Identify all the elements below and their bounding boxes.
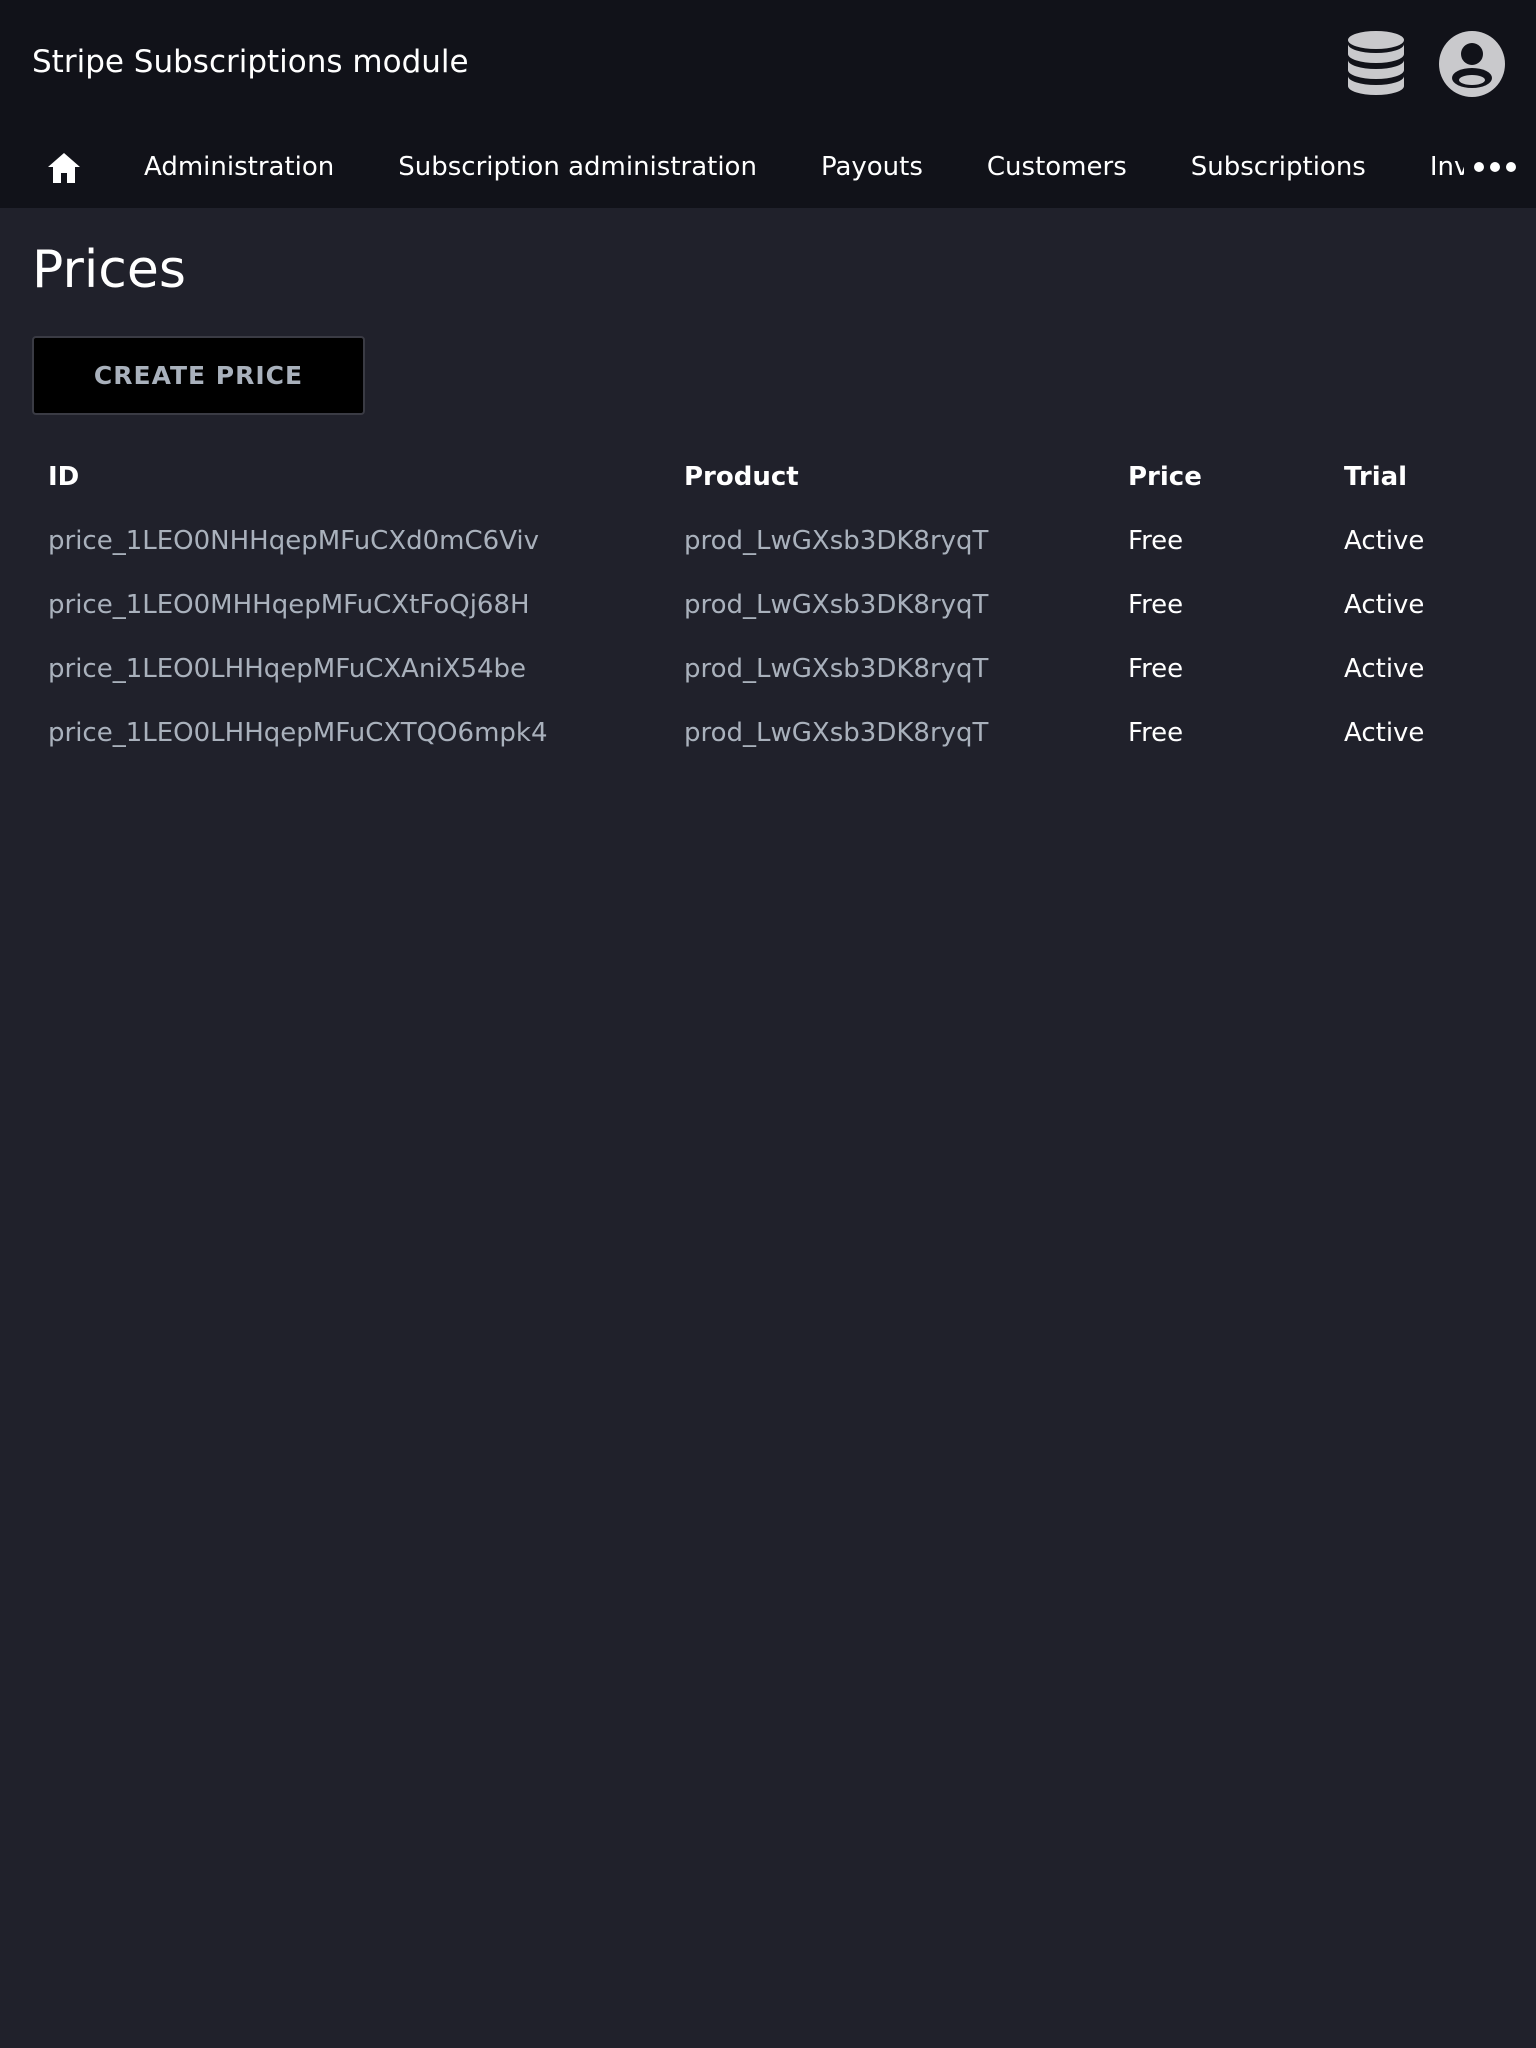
tab-payouts[interactable]: Payouts <box>821 149 923 185</box>
navigation-bar: Administration Subscription administrati… <box>0 126 1536 208</box>
table-row[interactable]: price_1LEO0LHHqepMFuCXTQO6mpk4 prod_LwGX… <box>48 710 1488 774</box>
create-price-button[interactable]: CREATE PRICE <box>32 336 365 415</box>
account-button[interactable] <box>1438 30 1506 98</box>
price-id-link[interactable]: price_1LEO0NHHqepMFuCXd0mC6Viv <box>48 518 539 564</box>
tab-subscription-administration[interactable]: Subscription administration <box>398 149 757 185</box>
price-value: Free <box>1128 654 1184 684</box>
product-id-link[interactable]: prod_LwGXsb3DK8ryqT <box>684 582 988 628</box>
trial-status: Active <box>1344 718 1425 748</box>
table-row[interactable]: price_1LEO0LHHqepMFuCXAniX54be prod_LwGX… <box>48 646 1488 710</box>
account-circle-icon <box>1439 31 1505 97</box>
more-horizontal-icon <box>1474 162 1516 172</box>
trial-status: Active <box>1344 590 1425 620</box>
product-id-link[interactable]: prod_LwGXsb3DK8ryqT <box>684 518 988 564</box>
price-id-link[interactable]: price_1LEO0LHHqepMFuCXTQO6mpk4 <box>48 710 548 756</box>
column-header-trial: Trial <box>1344 462 1408 492</box>
app-title: Stripe Subscriptions module <box>32 44 469 80</box>
nav-tabs: Administration Subscription administrati… <box>144 126 1536 208</box>
tab-customers[interactable]: Customers <box>987 149 1127 185</box>
table-row[interactable]: price_1LEO0NHHqepMFuCXd0mC6Viv prod_LwGX… <box>48 518 1488 582</box>
product-id-link[interactable]: prod_LwGXsb3DK8ryqT <box>684 646 988 692</box>
product-id-link[interactable]: prod_LwGXsb3DK8ryqT <box>684 710 988 756</box>
tab-subscriptions[interactable]: Subscriptions <box>1191 149 1366 185</box>
page-title: Prices <box>32 240 186 300</box>
home-tab[interactable] <box>40 144 88 192</box>
column-header-price: Price <box>1128 462 1202 492</box>
price-value: Free <box>1128 590 1184 620</box>
top-app-bar: Stripe Subscriptions module <box>0 0 1536 126</box>
price-value: Free <box>1128 526 1184 556</box>
trial-status: Active <box>1344 654 1425 684</box>
column-header-id: ID <box>48 462 80 492</box>
price-id-link[interactable]: price_1LEO0MHHqepMFuCXtFoQj68H <box>48 582 530 628</box>
more-tabs-button[interactable] <box>1464 126 1536 208</box>
table-header-row: ID Product Price Trial <box>48 454 1488 518</box>
price-value: Free <box>1128 718 1184 748</box>
column-header-product: Product <box>684 462 799 492</box>
table-row[interactable]: price_1LEO0MHHqepMFuCXtFoQj68H prod_LwGX… <box>48 582 1488 646</box>
trial-status: Active <box>1344 526 1425 556</box>
database-icon <box>1348 31 1404 95</box>
tab-administration[interactable]: Administration <box>144 149 334 185</box>
database-button[interactable] <box>1342 30 1410 98</box>
price-id-link[interactable]: price_1LEO0LHHqepMFuCXAniX54be <box>48 646 526 692</box>
prices-table: ID Product Price Trial price_1LEO0NHHqep… <box>48 454 1488 774</box>
home-icon <box>48 153 80 183</box>
